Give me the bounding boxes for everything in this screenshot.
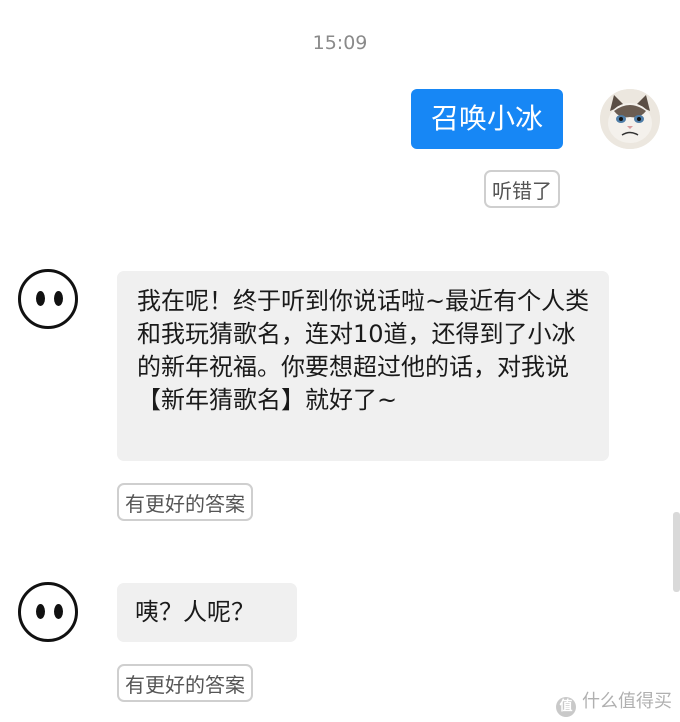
bot-avatar[interactable]	[18, 582, 78, 642]
bot-avatar[interactable]	[18, 269, 78, 329]
scrollbar-thumb[interactable]	[673, 512, 680, 592]
better-answer-chip[interactable]: 有更好的答案	[117, 483, 253, 521]
grumpy-cat-avatar-icon	[600, 89, 660, 149]
bot-message-bubble[interactable]: 我在呢！终于听到你说话啦~最近有个人类和我玩猜歌名，连对10道，还得到了小冰的新…	[117, 271, 609, 461]
watermark: 值什么值得买	[556, 690, 672, 717]
bot-right-eye-icon	[54, 604, 63, 619]
bot-left-eye-icon	[36, 291, 45, 306]
message-timestamp: 15:09	[312, 32, 368, 54]
bot-right-eye-icon	[54, 291, 63, 306]
user-avatar[interactable]	[600, 89, 660, 149]
bot-left-eye-icon	[36, 604, 45, 619]
watermark-logo-icon: 值	[556, 697, 576, 717]
watermark-text: 什么值得买	[582, 691, 672, 712]
user-message-bubble[interactable]: 召唤小冰	[411, 89, 563, 149]
misheard-chip[interactable]: 听错了	[484, 170, 560, 208]
bot-message-bubble[interactable]: 咦？人呢？	[117, 583, 297, 642]
better-answer-chip[interactable]: 有更好的答案	[117, 664, 253, 702]
